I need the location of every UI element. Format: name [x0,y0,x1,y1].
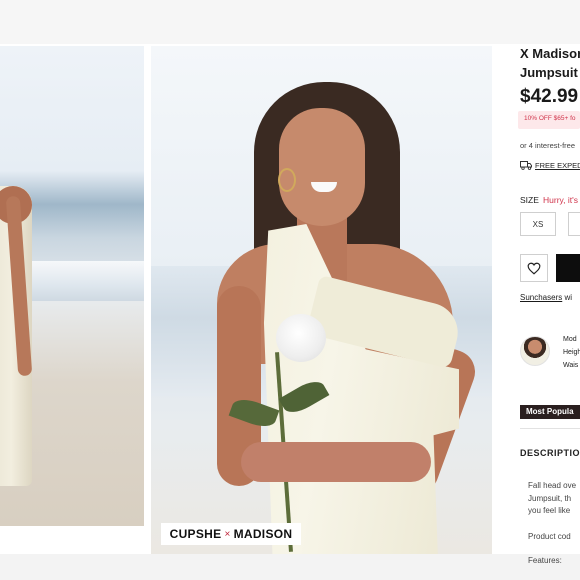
truck-icon [520,161,532,170]
model-avatar [520,336,550,366]
shipping-link[interactable]: FREE EXPED [535,161,580,170]
stock-warning: Hurry, it's [543,195,578,205]
product-title-line-2: Jumpsuit [520,65,578,80]
hoop-earring [278,168,296,192]
promo-banner[interactable]: 10% OFF $65+ fo [518,111,580,129]
model-info-line: Mod [563,336,577,343]
model-info-line: Heigh [563,349,580,356]
model-hands [241,442,431,482]
features-label: Features: [528,556,562,565]
sunchasers-link[interactable]: Sunchasers [520,293,562,302]
most-popular-badge: Most Popula [520,405,580,419]
brand-separator: × [224,528,231,540]
most-popular-text: Most Popula [526,407,574,416]
description-text: Fall head ove Jumpsuit, th you feel like [528,480,576,518]
sunchasers-note: Sunchasers wi [520,293,572,302]
product-title-line-1: X Madison [520,46,580,61]
sunchasers-rest: wi [562,293,573,302]
divider [520,428,580,429]
top-bar [0,0,580,44]
model-info: Mod Heigh Wais [563,333,580,372]
bottom-bar [0,554,580,580]
description-line: Jumpsuit, th [528,493,572,503]
brand-right: MADISON [233,527,293,541]
installments-text: or 4 interest-free [520,141,576,150]
model-face [279,108,365,226]
wishlist-button[interactable] [520,254,548,282]
brand-watermark: CUPSHE × MADISON [161,523,301,545]
size-option-next[interactable] [568,212,580,236]
size-option-xs[interactable]: XS [520,212,556,236]
model-info-line: Wais [563,362,579,369]
gallery-image-side-view[interactable] [0,46,144,526]
brand-left: CUPSHE [169,527,222,541]
description-line: Fall head ove [528,481,577,490]
white-rose [276,314,326,362]
description-heading[interactable]: DESCRIPTIO [520,448,580,458]
add-to-bag-button[interactable] [556,254,580,282]
size-label: SIZE [520,195,539,205]
product-title: X Madison Jumpsuit [520,44,580,82]
promo-text: 10% OFF $65+ fo [524,115,576,122]
product-code: Product cod [528,532,571,541]
gallery-image-main[interactable] [151,46,492,554]
description-line: you feel like [528,506,571,515]
product-price: $42.99 [520,86,579,107]
heart-icon [527,262,541,275]
